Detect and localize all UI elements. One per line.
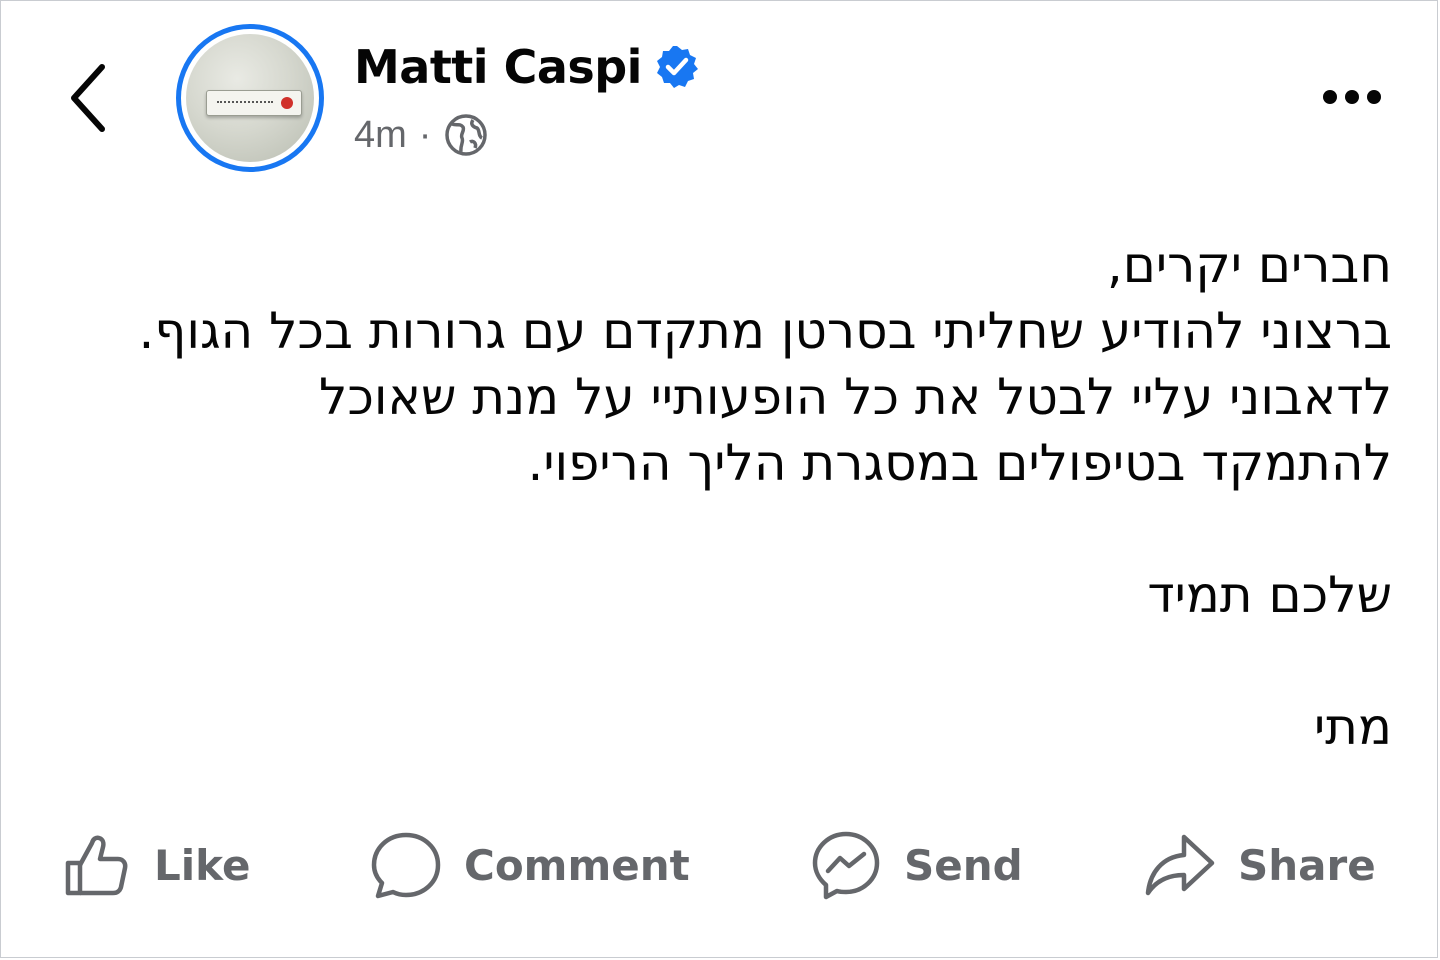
share-button[interactable]: Share [1144,820,1376,910]
comment-bubble-icon [371,832,441,899]
post-line: ברצוני להודיע שחליתי בסרטן מתקדם עם גרור… [138,302,1392,360]
avatar-image [186,34,314,162]
avatar-plate [206,90,302,116]
meta-separator: · [418,113,432,156]
post-meta: 4m · [354,110,489,160]
comment-button[interactable]: Comment [370,820,690,910]
post-text: חברים יקרים, ברצוני להודיע שחליתי בסרטן … [32,232,1392,496]
timestamp[interactable]: 4m [354,114,407,157]
messenger-icon [812,831,880,900]
post-line: לדאבוני עליי לבטל את כל הופעותיי על מנת … [319,368,1392,426]
chevron-left-icon [71,64,105,132]
post-signature: מתי [1313,698,1392,756]
send-button[interactable]: Send [810,820,1023,910]
post-line: להתמקד בטיפולים במסגרת הליך הריפוי. [527,434,1392,492]
globe-icon[interactable] [443,112,489,158]
like-button[interactable]: Like [60,820,250,910]
post-line: חברים יקרים, [1106,236,1392,294]
thumbs-up-icon [65,835,128,896]
comment-label: Comment [464,840,690,890]
more-dot [1367,90,1381,104]
verified-badge-icon [654,44,700,90]
send-label: Send [904,840,1023,890]
avatar[interactable] [176,24,324,172]
author-name[interactable]: Matti Caspi [354,44,642,90]
more-horizontal-icon [1323,90,1337,104]
share-label: Share [1238,840,1376,890]
author-row: Matti Caspi [354,38,700,96]
like-label: Like [154,840,251,890]
share-arrow-icon [1145,834,1215,896]
back-button[interactable] [56,56,120,140]
action-bar: Like Comment Send Share [0,820,1438,910]
more-dot [1345,90,1359,104]
post-signoff: שלכם תמיד [1147,566,1392,624]
more-options-button[interactable] [1306,72,1398,122]
